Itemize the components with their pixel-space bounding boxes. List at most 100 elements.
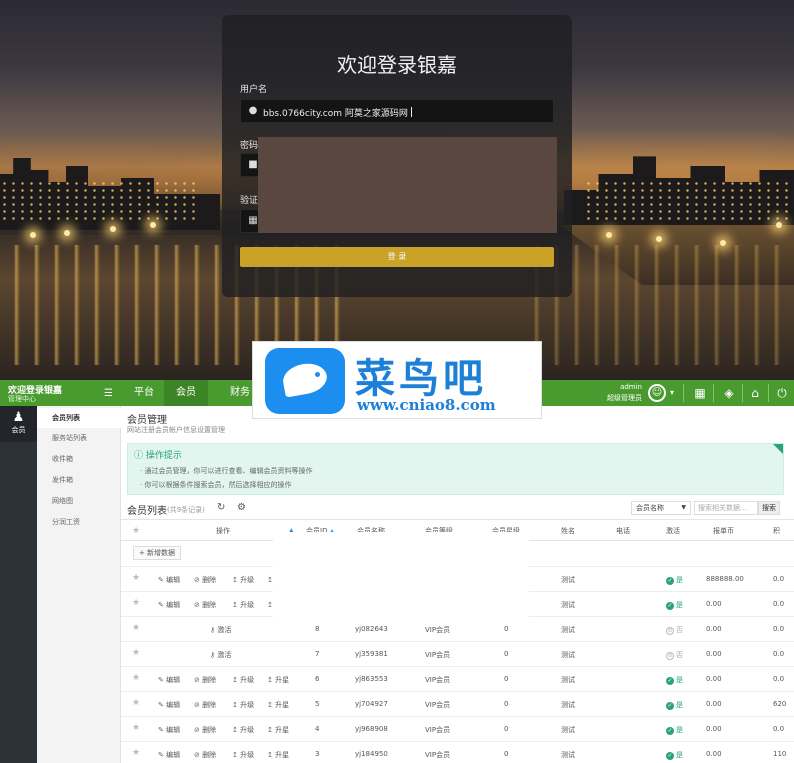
- arrow-up-icon: ↥: [267, 701, 273, 709]
- upgrade-button[interactable]: ↥ 升级: [232, 725, 254, 735]
- bird-eye: [315, 372, 320, 377]
- star-icon[interactable]: ★: [132, 623, 140, 633]
- activate-button[interactable]: ⚷ 激活: [210, 650, 231, 660]
- search-button[interactable]: 搜索: [758, 501, 780, 515]
- edit-button[interactable]: ✎ 编辑: [158, 575, 180, 585]
- password-label: 密码: [240, 141, 259, 151]
- arrow-up-icon: ↥: [232, 701, 238, 709]
- street-lamp: [776, 222, 782, 228]
- delete-button[interactable]: ⊘ 删除: [194, 675, 216, 685]
- submenu-item-profit-salary[interactable]: 分润工资: [37, 512, 121, 532]
- upstar-button[interactable]: ↥ 升星: [267, 700, 289, 710]
- cell-points: 110: [773, 750, 787, 758]
- submenu-item-inbox[interactable]: 收件箱: [37, 449, 121, 469]
- user-name: admin: [620, 383, 642, 391]
- toolbar-divider: [768, 384, 769, 402]
- sitemap-icon[interactable]: ▦: [691, 384, 709, 402]
- refresh-icon[interactable]: ↻: [217, 502, 225, 513]
- tips-line: · 通过会员管理，你可以进行查看、编辑会员资料等操作: [140, 467, 313, 475]
- chevron-down-icon: ▼: [681, 504, 686, 511]
- upstar-button[interactable]: ↥ 升星: [267, 725, 289, 735]
- delete-button[interactable]: ⊘ 删除: [194, 725, 216, 735]
- delete-icon: ⊘: [194, 576, 200, 584]
- cell-member-level: VIP会员: [425, 751, 451, 759]
- cell-member-level: VIP会员: [425, 626, 451, 634]
- home-icon[interactable]: ⌂: [746, 384, 764, 402]
- edit-button[interactable]: ✎ 编辑: [158, 600, 180, 610]
- tab-member[interactable]: 会员: [164, 380, 208, 406]
- cell-activated: ✓ 是: [666, 701, 683, 710]
- tab-platform[interactable]: 平台: [124, 380, 164, 406]
- chevron-down-icon[interactable]: ▾: [670, 388, 674, 397]
- text-caret: [410, 107, 412, 117]
- search-input[interactable]: 搜索相关数据...: [694, 501, 758, 515]
- cell-member-level: VIP会员: [425, 726, 451, 734]
- list-count: (共9条记录): [167, 506, 205, 514]
- arrow-up-icon: ↥: [267, 751, 273, 759]
- cell-real-name: 测试: [561, 701, 575, 709]
- upstar-button[interactable]: ↥ 升星: [267, 675, 289, 685]
- cell-points: 0.0: [773, 575, 785, 583]
- arrow-up-icon: ↥: [232, 751, 238, 759]
- edit-button[interactable]: ✎ 编辑: [158, 725, 180, 735]
- submenu-item-service-stations[interactable]: 服务站列表: [37, 428, 121, 448]
- submenu-item-network-chart[interactable]: 网络图: [37, 491, 121, 511]
- paint-bucket-icon[interactable]: ◈: [720, 384, 738, 402]
- delete-button[interactable]: ⊘ 删除: [194, 700, 216, 710]
- filter-select[interactable]: 会员名称 ▼: [631, 501, 691, 515]
- star-icon[interactable]: ★: [132, 598, 140, 608]
- edit-button[interactable]: ✎ 编辑: [158, 700, 180, 710]
- cell-member-star: 0: [504, 700, 509, 708]
- power-icon[interactable]: ⏻: [773, 384, 791, 402]
- username-field[interactable]: ● bbs.0766city.com 阿莫之家源码网: [240, 99, 554, 123]
- menu-toggle-icon[interactable]: ☰: [104, 388, 113, 399]
- cell-member-star: 0: [504, 725, 509, 733]
- edit-button[interactable]: ✎ 编辑: [158, 750, 180, 760]
- collapse-corner-icon[interactable]: [773, 444, 783, 454]
- cell-member-name: yj863553: [355, 675, 388, 683]
- arrow-up-icon: ↥: [232, 676, 238, 684]
- upgrade-button[interactable]: ↥ 升级: [232, 700, 254, 710]
- cell-member-id: 3: [315, 750, 320, 758]
- street-lamp: [606, 232, 612, 238]
- add-data-button[interactable]: + 新增数据: [133, 546, 181, 560]
- submenu-item-member-list[interactable]: 会员列表: [37, 408, 121, 428]
- edit-icon: ✎: [158, 726, 164, 734]
- delete-button[interactable]: ⊘ 删除: [194, 575, 216, 585]
- toolbar-divider: [742, 384, 743, 402]
- cell-bd-coin: 0.00: [706, 625, 722, 633]
- edit-button[interactable]: ✎ 编辑: [158, 675, 180, 685]
- star-icon[interactable]: ★: [132, 648, 140, 658]
- submenu-item-outbox[interactable]: 发件箱: [37, 470, 121, 490]
- upgrade-button[interactable]: ↥ 升级: [232, 575, 254, 585]
- star-icon[interactable]: ★: [132, 698, 140, 708]
- list-title: 会员列表: [127, 506, 167, 517]
- city-lights-right: [584, 180, 794, 220]
- edit-icon: ✎: [158, 701, 164, 709]
- upgrade-button[interactable]: ↥ 升级: [232, 600, 254, 610]
- edit-icon: ✎: [158, 751, 164, 759]
- settings-icon[interactable]: ⚙: [237, 502, 246, 513]
- cell-member-name: yj082643: [355, 625, 388, 633]
- cell-member-id: 8: [315, 625, 320, 633]
- ban-icon: ⊘: [666, 652, 674, 660]
- star-icon[interactable]: ★: [132, 748, 140, 758]
- upgrade-button[interactable]: ↥ 升级: [232, 675, 254, 685]
- cell-real-name: 测试: [561, 676, 575, 684]
- upstar-button[interactable]: ↥ 升星: [267, 750, 289, 760]
- cell-bd-coin: 0.00: [706, 750, 722, 758]
- upgrade-button[interactable]: ↥ 升级: [232, 750, 254, 760]
- avatar[interactable]: ☺: [648, 384, 666, 402]
- star-icon[interactable]: ★: [132, 573, 140, 583]
- rail-item-member[interactable]: ♟ 会员: [0, 406, 37, 442]
- cell-member-star: 0: [504, 650, 509, 658]
- star-icon[interactable]: ★: [132, 526, 140, 536]
- star-icon[interactable]: ★: [132, 723, 140, 733]
- main-content: 会员管理 网站注册会员帐户信息设置管理 ⓘ 操作提示 · 通过会员管理，你可以进…: [121, 406, 794, 763]
- star-icon[interactable]: ★: [132, 673, 140, 683]
- login-button[interactable]: 登 录: [240, 247, 554, 267]
- arrow-up-icon: ↥: [232, 601, 238, 609]
- activate-button[interactable]: ⚷ 激活: [210, 625, 231, 635]
- delete-button[interactable]: ⊘ 删除: [194, 750, 216, 760]
- delete-button[interactable]: ⊘ 删除: [194, 600, 216, 610]
